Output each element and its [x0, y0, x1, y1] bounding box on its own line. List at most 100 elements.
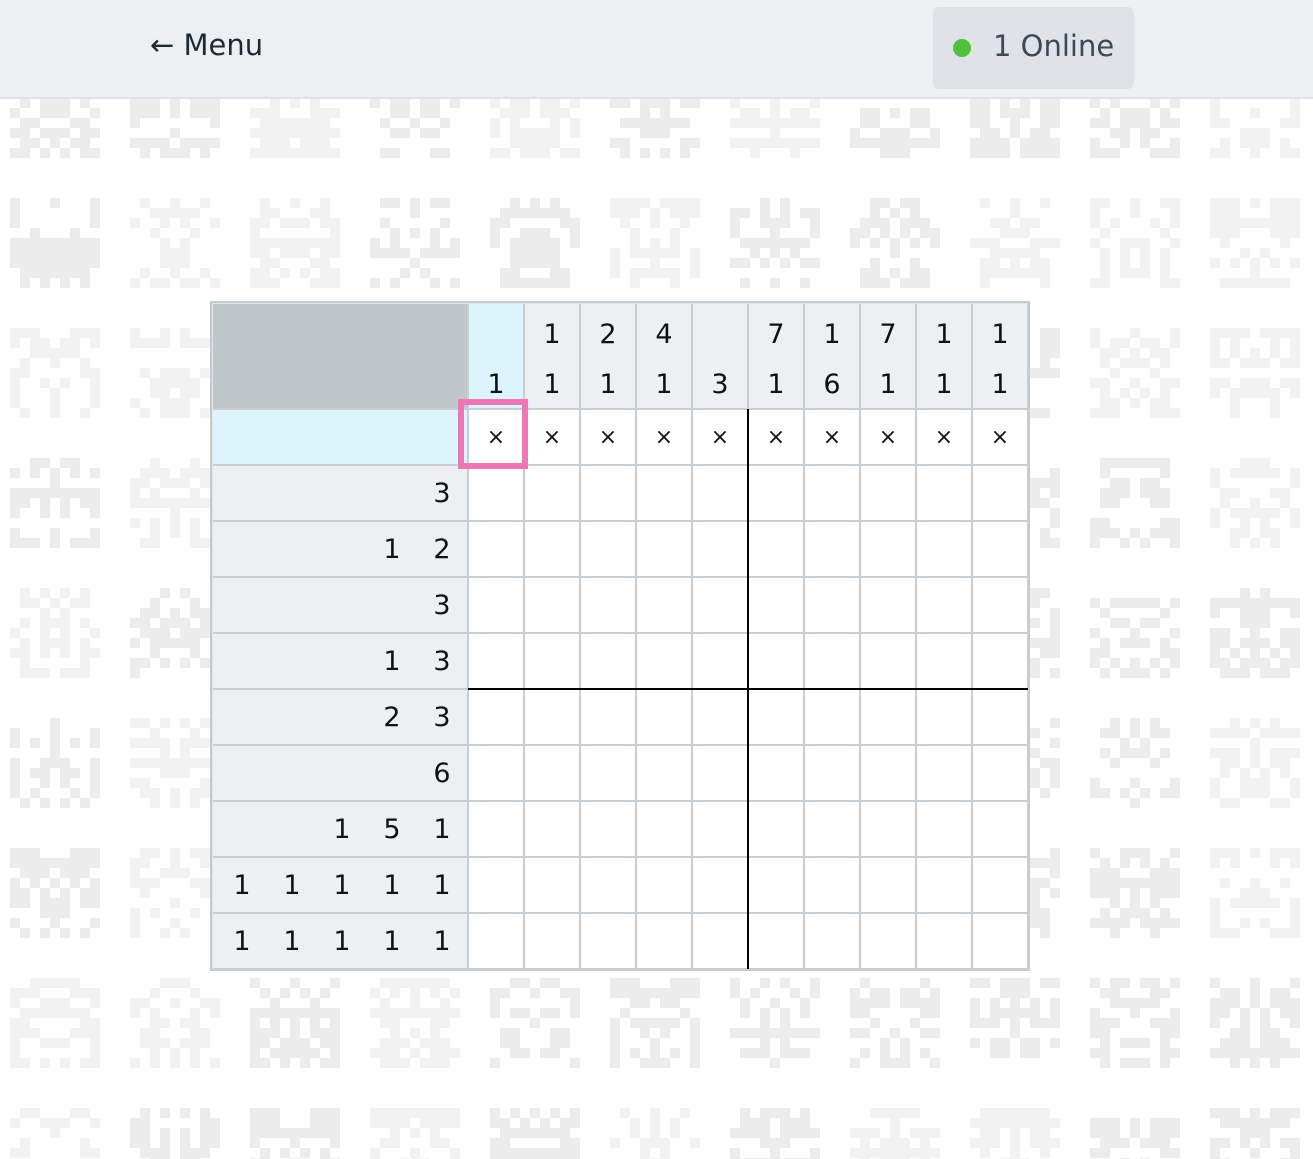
grid-cell[interactable]	[860, 465, 916, 521]
row-clue-number: 1	[433, 870, 450, 901]
grid-cell[interactable]	[860, 521, 916, 577]
grid-cell[interactable]	[916, 913, 972, 969]
menu-back-link[interactable]: ← Menu	[150, 28, 263, 62]
grid-cell[interactable]	[916, 465, 972, 521]
grid-cell[interactable]	[804, 577, 860, 633]
grid-cell[interactable]	[860, 633, 916, 689]
background-glyph	[850, 978, 940, 1068]
grid-cell[interactable]	[748, 689, 804, 745]
grid-cell[interactable]	[468, 745, 524, 801]
grid-cell[interactable]	[580, 633, 636, 689]
grid-cell[interactable]	[916, 801, 972, 857]
grid-cell[interactable]	[692, 521, 748, 577]
grid-cell[interactable]	[748, 745, 804, 801]
grid-cell[interactable]	[580, 801, 636, 857]
grid-cell[interactable]	[468, 577, 524, 633]
grid-cell[interactable]	[580, 689, 636, 745]
grid-cell[interactable]	[636, 857, 692, 913]
grid-cell[interactable]	[468, 465, 524, 521]
grid-cell[interactable]	[580, 857, 636, 913]
grid-cell[interactable]	[916, 745, 972, 801]
grid-cell[interactable]	[636, 577, 692, 633]
grid-cell[interactable]	[468, 801, 524, 857]
grid-cell[interactable]	[804, 801, 860, 857]
grid-cell[interactable]	[916, 633, 972, 689]
grid-cell[interactable]	[468, 857, 524, 913]
grid-cell[interactable]	[636, 521, 692, 577]
grid-cell[interactable]	[636, 801, 692, 857]
grid-cell[interactable]	[524, 465, 580, 521]
grid-cell[interactable]	[692, 913, 748, 969]
grid-cell[interactable]	[972, 521, 1028, 577]
grid-cell[interactable]	[860, 913, 916, 969]
grid-cell[interactable]	[748, 465, 804, 521]
grid-cell[interactable]	[468, 689, 524, 745]
grid-cell[interactable]	[636, 745, 692, 801]
grid-cell[interactable]	[804, 745, 860, 801]
grid-cell[interactable]	[972, 745, 1028, 801]
grid-cell[interactable]	[580, 521, 636, 577]
grid-cell[interactable]	[804, 521, 860, 577]
grid-cell[interactable]	[524, 745, 580, 801]
grid-cell[interactable]	[860, 689, 916, 745]
grid-cell[interactable]	[804, 465, 860, 521]
grid-cell[interactable]	[524, 521, 580, 577]
background-glyph	[1090, 598, 1180, 678]
grid-cell[interactable]	[580, 913, 636, 969]
grid-cell[interactable]	[748, 633, 804, 689]
grid-cell[interactable]	[804, 857, 860, 913]
grid-cell[interactable]	[972, 801, 1028, 857]
grid-cell[interactable]	[580, 745, 636, 801]
grid-cell[interactable]	[972, 465, 1028, 521]
grid-cell[interactable]	[636, 633, 692, 689]
grid-cell[interactable]	[748, 913, 804, 969]
grid-cell[interactable]	[804, 633, 860, 689]
grid-cell[interactable]	[524, 913, 580, 969]
grid-cell[interactable]	[916, 689, 972, 745]
grid-cell[interactable]	[636, 465, 692, 521]
grid-cell[interactable]	[692, 465, 748, 521]
grid-cell[interactable]	[692, 633, 748, 689]
grid-cell[interactable]	[804, 689, 860, 745]
grid-cell[interactable]	[692, 577, 748, 633]
background-glyph	[10, 978, 100, 1068]
grid-cell[interactable]	[916, 857, 972, 913]
grid-cell[interactable]	[860, 801, 916, 857]
grid-cell[interactable]	[972, 913, 1028, 969]
grid-cell[interactable]	[468, 913, 524, 969]
grid-cell[interactable]	[972, 857, 1028, 913]
grid-cell[interactable]	[524, 857, 580, 913]
grid-cell[interactable]	[524, 577, 580, 633]
grid-cell[interactable]	[748, 521, 804, 577]
grid-cell[interactable]	[748, 857, 804, 913]
column-clue-number: 1	[767, 369, 784, 400]
grid-cell[interactable]	[916, 521, 972, 577]
grid-cell[interactable]	[748, 801, 804, 857]
grid-cell[interactable]	[580, 577, 636, 633]
grid-cell[interactable]	[860, 857, 916, 913]
grid-cell[interactable]	[524, 801, 580, 857]
grid-cell[interactable]	[636, 913, 692, 969]
grid-cell[interactable]	[580, 465, 636, 521]
grid-cell[interactable]	[972, 577, 1028, 633]
grid-cell[interactable]	[524, 633, 580, 689]
grid-cell[interactable]	[692, 801, 748, 857]
background-glyph	[370, 98, 460, 158]
grid-cell[interactable]	[748, 577, 804, 633]
grid-cell[interactable]	[972, 689, 1028, 745]
row-clue-number: 1	[233, 926, 250, 957]
background-glyph	[1090, 848, 1180, 938]
grid-cell[interactable]	[916, 577, 972, 633]
grid-cell[interactable]	[524, 689, 580, 745]
grid-cell[interactable]	[468, 633, 524, 689]
grid-cell[interactable]	[692, 745, 748, 801]
grid-cell[interactable]	[804, 913, 860, 969]
grid-cell[interactable]	[692, 689, 748, 745]
grid-cell[interactable]	[692, 857, 748, 913]
grid-cell[interactable]	[636, 689, 692, 745]
background-glyph	[1210, 1108, 1300, 1159]
grid-cell[interactable]	[468, 521, 524, 577]
grid-cell[interactable]	[860, 577, 916, 633]
grid-cell[interactable]	[972, 633, 1028, 689]
grid-cell[interactable]	[860, 745, 916, 801]
